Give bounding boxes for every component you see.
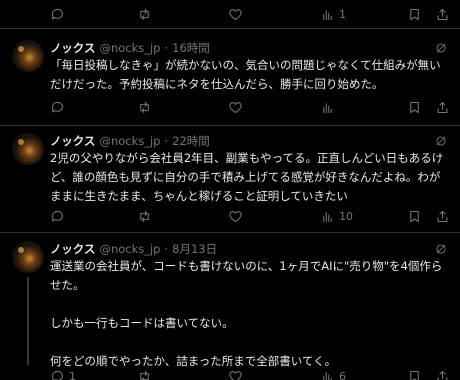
divider	[0, 28, 460, 29]
grok-icon	[436, 43, 446, 53]
views-icon	[323, 102, 332, 113]
share-icon	[437, 210, 448, 222]
grok-button[interactable]	[434, 241, 448, 255]
grok-icon	[436, 244, 446, 254]
thread-line	[27, 277, 29, 365]
display-name[interactable]: ノックス	[50, 133, 95, 149]
views-button[interactable]: 1	[320, 4, 346, 24]
views-button[interactable]	[320, 97, 339, 117]
reply-icon	[51, 210, 64, 221]
like-button[interactable]	[228, 366, 247, 380]
share-icon	[437, 370, 448, 380]
heart-icon	[229, 101, 242, 113]
tweet-text: 運送業の会社員が、コードも書けないのに、1ヶ月でAIに"売り物"を4個作らせた。…	[50, 259, 443, 368]
separator: ·	[164, 134, 169, 148]
display-name[interactable]: ノックス	[50, 241, 95, 257]
share-icon	[437, 101, 448, 113]
retweet-icon	[140, 370, 149, 380]
timestamp[interactable]: 8月13日	[172, 241, 217, 257]
retweet-button[interactable]	[137, 4, 156, 24]
bookmark-button[interactable]	[407, 366, 422, 380]
timestamp[interactable]: 16時間	[172, 40, 210, 56]
grok-button[interactable]	[434, 133, 448, 147]
retweet-button[interactable]	[137, 97, 156, 117]
separator: ·	[164, 242, 169, 256]
heart-icon	[229, 210, 242, 222]
timestamp[interactable]: 22時間	[172, 133, 210, 149]
tweet[interactable]: ノックス @nocks_jp · 8月13日 運送業の会社員が、コードも書けない…	[0, 241, 460, 380]
reply-button[interactable]: 1	[50, 366, 76, 380]
separator: ·	[164, 41, 169, 55]
avatar[interactable]	[12, 133, 44, 165]
like-button[interactable]	[228, 4, 247, 24]
avatar[interactable]	[12, 40, 44, 72]
share-icon	[437, 8, 448, 20]
user-handle[interactable]: @nocks_jp	[99, 134, 160, 148]
views-button[interactable]: 10	[320, 206, 353, 226]
user-handle[interactable]: @nocks_jp	[99, 41, 160, 55]
divider	[0, 125, 460, 126]
like-button[interactable]	[228, 206, 247, 226]
tweet-header: ノックス @nocks_jp · 16時間	[50, 40, 210, 56]
reply-button[interactable]	[50, 97, 69, 117]
action-bar: 1	[0, 4, 460, 24]
reply-icon	[51, 101, 64, 112]
display-name[interactable]: ノックス	[50, 40, 95, 56]
reply-icon	[51, 8, 64, 19]
retweet-icon	[140, 210, 149, 222]
views-button[interactable]: 6	[320, 366, 346, 380]
grok-button[interactable]	[434, 40, 448, 54]
bookmark-icon	[410, 210, 419, 222]
retweet-icon	[140, 8, 149, 20]
heart-icon	[229, 8, 242, 20]
bookmark-button[interactable]	[407, 4, 422, 24]
divider	[0, 232, 460, 233]
action-bar	[0, 97, 460, 117]
bookmark-button[interactable]	[407, 206, 422, 226]
views-icon	[323, 371, 332, 380]
action-bar: 10	[0, 206, 460, 226]
share-button[interactable]	[435, 4, 450, 24]
share-button[interactable]	[435, 206, 450, 226]
tweet[interactable]: ノックス @nocks_jp · 16時間 「毎日投稿しなきゃ」が続かないの、気…	[0, 40, 460, 126]
bookmark-icon	[410, 370, 419, 380]
retweet-button[interactable]	[137, 206, 156, 226]
like-button[interactable]	[228, 97, 247, 117]
reply-button[interactable]	[50, 4, 69, 24]
bookmark-button[interactable]	[407, 97, 422, 117]
grok-icon	[436, 136, 446, 146]
tweet-text: 「毎日投稿しなきゃ」が続かないの、気合いの問題じゃなくて仕組みが無いだけだった。…	[50, 58, 441, 91]
views-icon	[323, 9, 332, 20]
retweet-button[interactable]	[137, 366, 156, 380]
tweet[interactable]: ノックス @nocks_jp · 22時間 2児の父やりながら会社員2年目、副業…	[0, 133, 460, 229]
heart-icon	[229, 370, 242, 380]
views-icon	[323, 211, 332, 222]
retweet-icon	[140, 101, 149, 113]
tweet-header: ノックス @nocks_jp · 22時間	[50, 133, 210, 149]
bookmark-icon	[410, 101, 419, 113]
reply-icon	[51, 370, 64, 380]
tweet-text: 2児の父やりながら会社員2年目、副業もやってる。正直しんどい日もあるけど、誰の顔…	[50, 151, 444, 203]
share-button[interactable]	[435, 97, 450, 117]
action-bar: 1 6	[0, 366, 460, 380]
share-button[interactable]	[435, 366, 450, 380]
avatar[interactable]	[12, 241, 44, 273]
user-handle[interactable]: @nocks_jp	[99, 242, 160, 256]
bookmark-icon	[410, 8, 419, 20]
tweet-header: ノックス @nocks_jp · 8月13日	[50, 241, 217, 257]
reply-button[interactable]	[50, 206, 69, 226]
